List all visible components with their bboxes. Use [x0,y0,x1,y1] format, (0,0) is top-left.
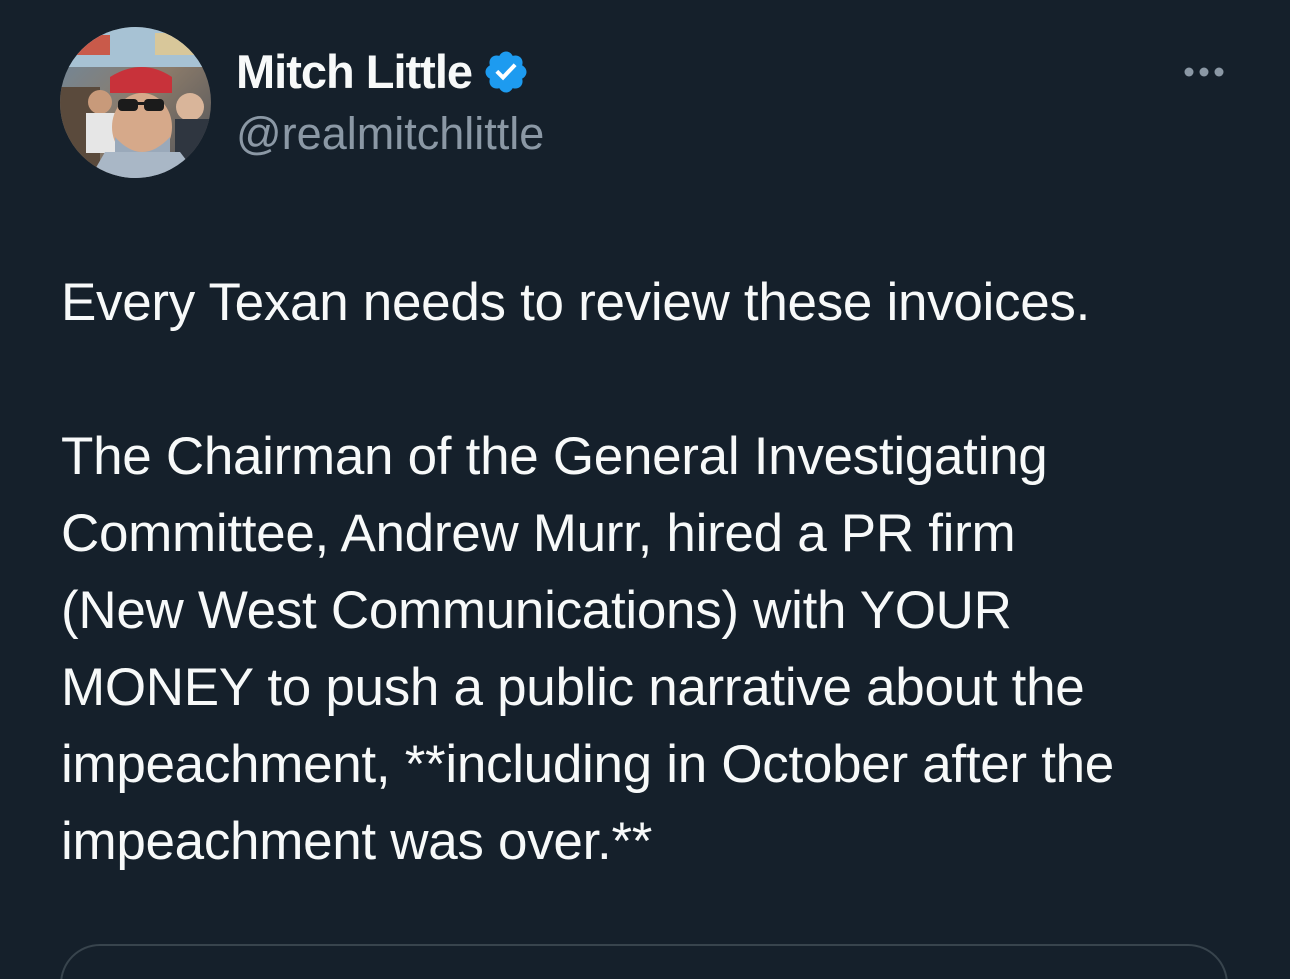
tweet-line: (New West Communications) with YOUR [61,581,1012,640]
tweet-line: Committee, Andrew Murr, hired a PR firm [61,504,1016,563]
tweet-line: impeachment, **including in October afte… [61,735,1114,794]
tweet-line: The Chairman of the General Investigatin… [61,427,1048,486]
ellipsis-icon [1184,67,1224,77]
author-handle[interactable]: @realmitchlittle [236,104,544,164]
tweet-text: Every Texan needs to review these invoic… [61,264,1261,880]
tweet-line: impeachment was over.** [61,812,653,871]
tweet: Mitch Little @realmitchlittle Every Texa… [0,0,1290,979]
attached-media-card[interactable] [60,944,1228,979]
verified-badge-icon[interactable] [482,48,530,96]
more-options-button[interactable] [1176,52,1232,92]
avatar[interactable] [60,27,211,178]
author-name-row: Mitch Little [236,40,530,104]
tweet-line: MONEY to push a public narrative about t… [61,658,1085,717]
tweet-paragraph: Every Texan needs to review these invoic… [61,273,1091,332]
display-name[interactable]: Mitch Little [236,40,473,104]
avatar-photo [60,27,211,178]
